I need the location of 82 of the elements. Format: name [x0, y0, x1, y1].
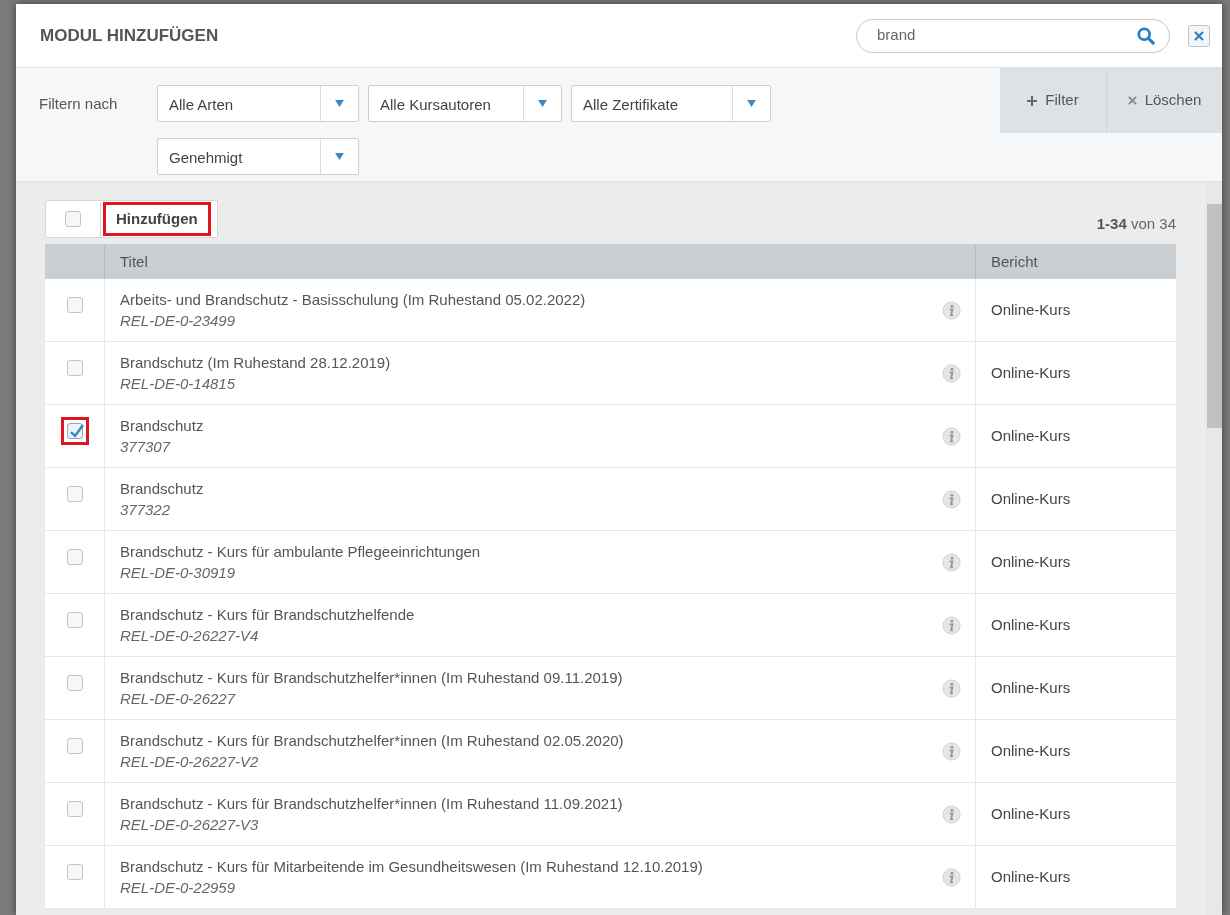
row-checkbox[interactable]	[66, 612, 83, 628]
filter-dropdown[interactable]: Alle Zertifikate	[571, 85, 771, 122]
report-type: Online-Kurs	[991, 614, 1071, 635]
table-row[interactable]: Brandschutz - Kurs für Brandschutzhelfer*innen (Im Ruhestand 02.05.2020) REL-DE-0-26227-V2 Online-Kurs	[45, 720, 1176, 783]
course-code: REL-DE-0-14815	[120, 373, 237, 394]
clear-button[interactable]: Löschen	[1107, 68, 1222, 133]
filter-button[interactable]: Filter	[1000, 68, 1107, 133]
course-title: Brandschutz - Kurs für Brandschutzhelfer*innen (Im Ruhestand 09.11.2019)	[120, 667, 624, 688]
table-row[interactable]: Brandschutz 377307 Online-Kurs	[45, 405, 1176, 468]
search-field[interactable]: brand	[856, 18, 1170, 53]
course-code: REL-DE-0-23499	[120, 310, 237, 331]
course-title: Brandschutz - Kurs für Mitarbeitende im Gesundheitswesen (Im Ruhestand 12.10.2019)	[120, 856, 704, 877]
info-icon[interactable]	[942, 300, 961, 320]
close-icon	[1127, 96, 1137, 105]
course-code: REL-DE-0-22959	[120, 877, 237, 898]
course-title: Brandschutz	[120, 415, 205, 436]
row-checkbox[interactable]	[66, 864, 83, 880]
info-icon[interactable]	[942, 804, 961, 824]
info-icon[interactable]	[942, 489, 961, 509]
row-checkbox[interactable]	[66, 423, 83, 439]
course-title: Brandschutz - Kurs für ambulante Pflegeeinrichtungen	[120, 541, 482, 562]
table-row[interactable]: Brandschutz - Kurs für Brandschutzhelfer*innen (Im Ruhestand 09.11.2019) REL-DE-0-26227 Online-Kurs	[45, 657, 1176, 720]
info-icon[interactable]	[942, 678, 961, 698]
course-code: REL-DE-0-26227	[120, 688, 237, 709]
table-row[interactable]: Brandschutz 377322 Online-Kurs	[45, 468, 1176, 531]
caret-icon	[335, 153, 344, 160]
row-checkbox[interactable]	[66, 360, 83, 376]
course-code: 377322	[120, 499, 172, 520]
report-type: Online-Kurs	[991, 677, 1071, 698]
info-icon[interactable]	[942, 615, 961, 635]
close-button[interactable]	[1188, 24, 1210, 47]
caret-icon	[538, 100, 547, 107]
report-type: Online-Kurs	[991, 299, 1071, 320]
info-icon[interactable]	[942, 363, 961, 383]
result-count: 1-34 von 34	[1096, 213, 1176, 234]
course-title: Brandschutz - Kurs für Brandschutzhelfende	[120, 604, 416, 625]
table-row[interactable]: Arbeits- und Brandschutz - Basisschulung (Im Ruhestand 05.02.2022) REL-DE-0-23499 Online-Kurs	[45, 279, 1176, 342]
report-type: Online-Kurs	[991, 425, 1071, 446]
report-type: Online-Kurs	[991, 803, 1071, 824]
info-icon[interactable]	[942, 552, 961, 572]
row-checkbox[interactable]	[66, 675, 83, 691]
table-row[interactable]: Brandschutz - Kurs für ambulante Pflegeeinrichtungen REL-DE-0-30919 Online-Kurs	[45, 531, 1176, 594]
search-icon[interactable]	[1137, 26, 1155, 45]
row-checkbox[interactable]	[66, 801, 83, 817]
add-button[interactable]: Hinzufügen	[103, 202, 211, 236]
report-type: Online-Kurs	[991, 740, 1071, 761]
table-row[interactable]: Brandschutz (Im Ruhestand 28.12.2019) REL-DE-0-14815 Online-Kurs	[45, 342, 1176, 405]
dialog-title: MODUL HINZUFÜGEN	[40, 24, 220, 47]
caret-icon	[335, 100, 344, 107]
caret-icon	[747, 100, 756, 107]
course-code: 377307	[120, 436, 172, 457]
filter-dropdown[interactable]: Genehmigt	[157, 138, 359, 175]
course-code: REL-DE-0-26227-V2	[120, 751, 260, 772]
course-title: Arbeits- und Brandschutz - Basisschulung (Im Ruhestand 05.02.2022)	[120, 289, 587, 310]
table-row[interactable]: Brandschutz - Kurs für Mitarbeitende im Gesundheitswesen (Im Ruhestand 12.10.2019) REL-DE-0-22959 Online-Kurs	[45, 846, 1176, 909]
row-checkbox[interactable]	[66, 738, 83, 754]
table-row[interactable]: Brandschutz - Kurs für Brandschutzhelfende REL-DE-0-26227-V4 Online-Kurs	[45, 594, 1176, 657]
info-icon[interactable]	[942, 741, 961, 761]
table-row[interactable]: Brandschutz - Kurs für Brandschutzhelfer*innen (Im Ruhestand 11.09.2021) REL-DE-0-26227-V3 Online-Kurs	[45, 783, 1176, 846]
scrollbar[interactable]	[1206, 182, 1222, 915]
report-type: Online-Kurs	[991, 488, 1071, 509]
course-code: REL-DE-0-30919	[120, 562, 237, 583]
course-title: Brandschutz - Kurs für Brandschutzhelfer*innen (Im Ruhestand 11.09.2021)	[120, 793, 624, 814]
course-title: Brandschutz	[120, 478, 205, 499]
info-icon[interactable]	[942, 867, 961, 887]
report-type: Online-Kurs	[991, 551, 1071, 572]
report-type: Online-Kurs	[991, 866, 1071, 887]
select-all-checkbox[interactable]	[65, 211, 81, 227]
filter-dropdown[interactable]: Alle Kursautoren	[368, 85, 562, 122]
row-checkbox[interactable]	[66, 549, 83, 565]
course-title: Brandschutz - Kurs für Brandschutzhelfer*innen (Im Ruhestand 02.05.2020)	[120, 730, 625, 751]
course-title: Brandschutz (Im Ruhestand 28.12.2019)	[120, 352, 392, 373]
close-icon	[1194, 30, 1204, 41]
filter-dropdown[interactable]: Alle Arten	[157, 85, 359, 122]
course-code: REL-DE-0-26227-V3	[120, 814, 260, 835]
filter-label: Filtern nach	[39, 94, 119, 114]
report-type: Online-Kurs	[991, 362, 1071, 383]
info-icon[interactable]	[942, 426, 961, 446]
course-code: REL-DE-0-26227-V4	[120, 625, 260, 646]
row-checkbox[interactable]	[66, 486, 83, 502]
row-checkbox[interactable]	[66, 297, 83, 313]
plus-icon	[1027, 95, 1038, 106]
